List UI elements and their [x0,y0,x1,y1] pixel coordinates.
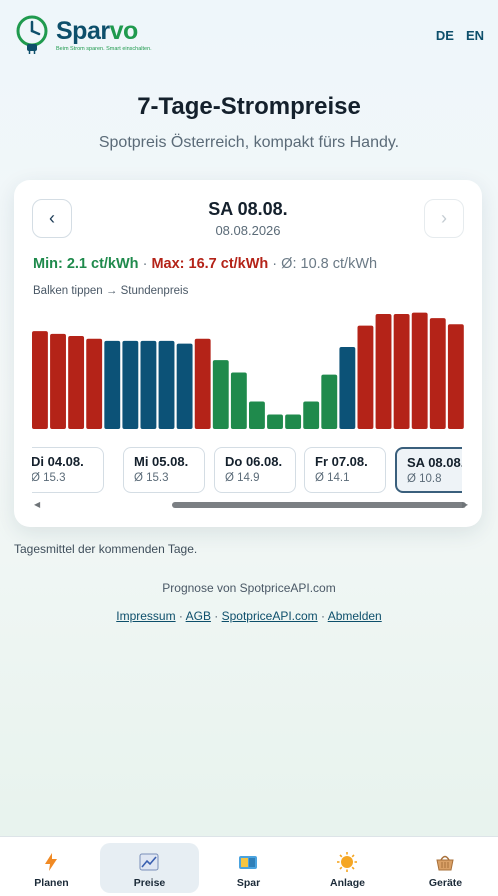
price-bar-hour-2[interactable] [68,336,85,429]
link-separator: · [317,609,328,623]
price-bar-hour-11[interactable] [230,372,247,429]
price-bar-hour-12[interactable] [249,401,265,429]
clock-plug-icon [16,15,48,54]
min-price: Min: 2.1 ct/kWh [33,256,139,272]
nav-label: Anlage [329,877,365,889]
day-chip-average: Ø 10.8 [407,473,442,485]
nav-preise[interactable]: Preise [100,843,199,893]
day-chip-average: Ø 15.3 [134,472,169,484]
price-bar-hour-5[interactable] [122,340,139,429]
day-chip[interactable]: SA 08.08. Ø 10.8 [395,447,462,493]
logout-link[interactable]: Abmelden [328,609,382,623]
price-stats: Min: 2.1 ct/kWh · Max: 16.7 ct/kWh · Ø: … [33,256,377,272]
stats-separator: · [268,256,282,272]
price-bar-hour-19[interactable] [375,313,392,429]
price-bar-hour-23[interactable] [447,324,464,429]
top-bar: Sparvo Beim Strom sparen. Smart einschal… [14,14,484,58]
nav-label: Planen [34,877,69,889]
logo-wordmark: Sparvo [56,17,138,45]
nav-anlage[interactable]: Anlage [298,843,397,893]
basket-icon [436,855,454,871]
price-bar-hour-10[interactable] [212,360,229,429]
price-bar-hour-21[interactable] [411,312,428,429]
price-bar-hour-9[interactable] [194,338,211,429]
price-bar-hour-17[interactable] [339,347,356,429]
price-bar-hour-18[interactable] [357,325,374,429]
scroll-right-icon[interactable]: ▶ [462,500,468,509]
scroll-left-icon[interactable]: ◀ [34,500,40,509]
price-bar-hour-6[interactable] [140,340,157,429]
day-date: 08.08.2026 [215,223,281,238]
nav-label: Geräte [428,877,463,889]
stats-separator: · [138,256,152,272]
price-bar-hour-4[interactable] [104,340,121,429]
day-chip-average: Ø 15.3 [32,472,66,484]
price-card: ‹ SA 08.08. 08.08.2026 › Min: 2.1 ct/kWh… [14,180,482,527]
price-bar-hour-3[interactable] [86,338,103,429]
day-chip-average: Ø 14.1 [315,472,350,484]
lang-de-button[interactable]: DE [436,28,454,43]
day-chip[interactable]: Di 04.08. Ø 15.3 [32,447,104,493]
bottom-nav: Planen Preise Spar Anlage Geräte [0,836,498,896]
footnote: Tagesmittel der kommenden Tage. [14,542,198,556]
next-day-button[interactable]: › [424,199,464,238]
price-bar-hour-15[interactable] [303,401,320,429]
nav-label: Spar [236,877,261,889]
avg-price: Ø: 10.8 ct/kWh [281,256,378,272]
day-chip-label: Do 06.08. [225,454,283,469]
nav-planen[interactable]: Planen [2,843,101,893]
day-chip-average: Ø 14.9 [225,472,260,484]
day-title: SA 08.08. [208,199,288,219]
source-note: Prognose von SpotpriceAPI.com [162,581,336,595]
hourly-price-chart [32,305,466,429]
day-chip-label: Fr 07.08. [315,454,368,469]
price-bar-hour-7[interactable] [158,340,175,429]
link-separator: · [175,609,186,623]
impressum-link[interactable]: Impressum [116,609,175,623]
nav-geraete[interactable]: Geräte [396,843,495,893]
bars-hint: Balken tippen → Stundenpreis [33,285,189,297]
price-bar-hour-0[interactable] [32,331,48,429]
logo-tagline: Beim Strom sparen. Smart einschalten. [56,46,152,52]
day-chip[interactable]: Mi 05.08. Ø 15.3 [123,447,205,493]
day-scrollbar[interactable]: ◀ ▶ [32,500,468,509]
lightning-icon [45,853,57,871]
day-chip[interactable]: Do 06.08. Ø 14.9 [214,447,296,493]
agb-link[interactable]: AGB [186,609,211,623]
price-bar-hour-16[interactable] [321,374,338,429]
max-price: Max: 16.7 ct/kWh [151,256,269,272]
footer-links: Impressum · AGB · SpotpriceAPI.com · Abm… [0,609,498,623]
price-bar-hour-1[interactable] [50,333,66,429]
nav-label: Preise [133,877,166,889]
price-bar-hour-22[interactable] [429,318,446,429]
price-bar-hour-8[interactable] [176,343,193,429]
app-logo[interactable]: Sparvo Beim Strom sparen. Smart einschal… [14,14,194,58]
day-selector[interactable]: Di 04.08. Ø 15.3 Mi 05.08. Ø 15.3 Do 06.08. Ø… [32,447,462,494]
lang-en-button[interactable]: EN [466,28,484,43]
language-switch: DE EN [424,28,484,43]
chart-icon [139,853,159,871]
day-chip-label: Di 04.08. [32,454,84,469]
day-chip[interactable]: Fr 07.08. Ø 14.1 [304,447,386,493]
scroll-thumb[interactable] [172,502,466,508]
price-bar-hour-14[interactable] [285,414,302,429]
battery-icon [239,856,257,869]
day-chip-label: Mi 05.08. [134,454,189,469]
price-bar-hour-20[interactable] [393,313,410,429]
day-chip-label: SA 08.08. [407,455,462,470]
page-subtitle: Spotpreis Österreich, kompakt fürs Handy… [98,134,400,151]
bar-chart-svg [32,312,464,429]
spotprice-link[interactable]: SpotpriceAPI.com [222,609,318,623]
sun-icon [337,852,357,872]
page-title: 7-Tage-Strompreise [137,93,361,120]
nav-spar[interactable]: Spar [199,843,298,893]
price-bar-hour-13[interactable] [267,414,283,429]
link-separator: · [210,609,222,623]
